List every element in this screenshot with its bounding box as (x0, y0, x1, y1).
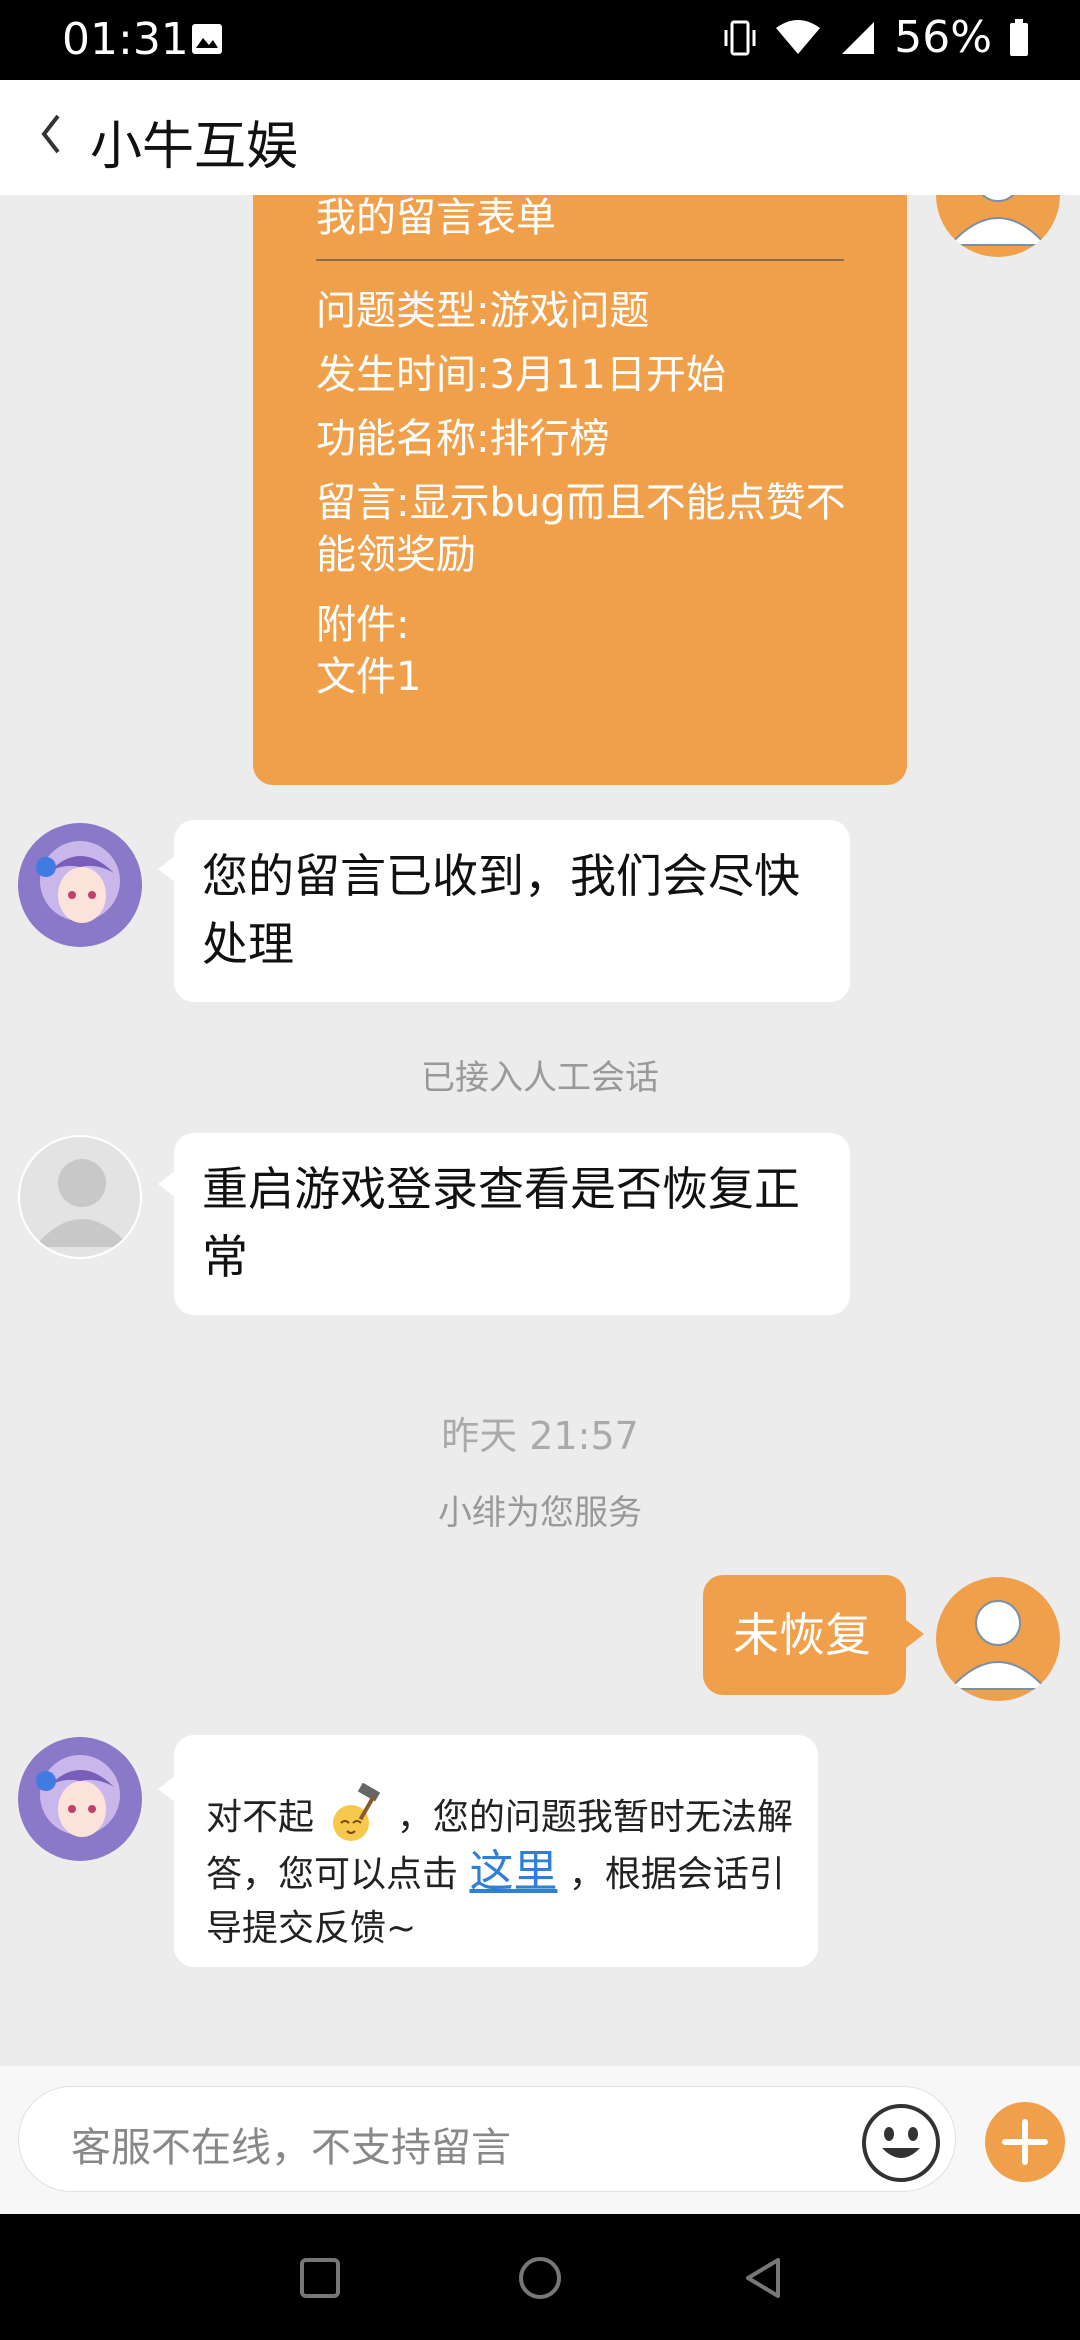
bot-avatar-icon (18, 823, 142, 947)
signal-icon (842, 21, 875, 54)
battery-percent: 56% (894, 12, 992, 63)
form-line-message: 留言:显示bug而且不能点赞不能领奖励 (316, 480, 846, 578)
message-prefix: 对不起 (206, 1797, 315, 1838)
system-note-service: 小绯为您服务 (438, 1493, 642, 1533)
page-title: 小牛互娱 (90, 117, 299, 177)
message-input-placeholder: 客服不在线，不支持留言 (71, 2125, 511, 2171)
wifi-icon (776, 19, 821, 54)
user-avatar-icon (936, 195, 1060, 257)
form-line-time: 发生时间:3月11日开始 (316, 352, 726, 398)
input-bar: 客服不在线，不支持留言 (0, 2066, 1080, 2214)
bot-avatar-icon (18, 1737, 142, 1861)
bubble-tail (906, 1620, 924, 1648)
message-text: 未恢复 (733, 1608, 871, 1662)
nav-square-icon[interactable] (298, 2256, 342, 2300)
hammer-emoji-icon (333, 1782, 381, 1841)
message-bubble-bot-received: 您的留言已收到，我们会尽快处理 (174, 820, 850, 1002)
status-time: 01:31 (62, 14, 189, 65)
message-bubble-bot-sorry: 对不起 ，您的问题我暂时无法解答，您可以点击 这里 ，根据会话引导提交反馈~ (174, 1735, 818, 1967)
nav-circle-icon[interactable] (516, 2254, 564, 2302)
chat-header: 小牛互娱 (0, 80, 1080, 195)
vibrate-icon (724, 20, 756, 55)
form-line-attachment-file[interactable]: 文件1 (316, 651, 856, 703)
plus-icon (1002, 2119, 1048, 2165)
back-chevron-icon[interactable] (30, 104, 70, 164)
system-nav-bar (0, 2214, 1080, 2340)
user-avatar-icon (936, 1577, 1060, 1701)
message-text: 您的留言已收到，我们会尽快处理 (202, 849, 800, 971)
status-right: 56% (722, 12, 1030, 63)
message-bubble-agent-restart: 重启游戏登录查看是否恢复正常 (174, 1133, 850, 1315)
emoji-icon[interactable] (860, 2102, 942, 2184)
status-bar: 01:31 56% (0, 0, 1080, 80)
chat-area[interactable]: 我的留言表单 问题类型:游戏问题 发生时间:3月11日开始 功能名称:排行榜 留… (0, 195, 1080, 2065)
battery-icon (1010, 18, 1028, 56)
feedback-link[interactable]: 这里 (469, 1846, 557, 1897)
message-text: 对不起 ，您的问题我暂时无法解答，您可以点击 这里 ，根据会话引导提交反馈~ (206, 1782, 796, 1956)
message-text: 重启游戏登录查看是否恢复正常 (202, 1162, 800, 1284)
form-line-attachment-label: 附件: (316, 602, 410, 648)
form-line-type: 问题类型:游戏问题 (316, 288, 650, 334)
system-note-transfer: 已接入人工会话 (421, 1058, 659, 1098)
agent-avatar-icon (18, 1135, 142, 1259)
plus-button[interactable] (985, 2102, 1065, 2182)
form-title: 我的留言表单 (316, 195, 556, 241)
feedback-form-card: 我的留言表单 问题类型:游戏问题 发生时间:3月11日开始 功能名称:排行榜 留… (253, 195, 907, 785)
form-divider (316, 259, 844, 261)
image-icon (192, 24, 222, 54)
nav-back-icon[interactable] (740, 2254, 784, 2302)
message-input[interactable]: 客服不在线，不支持留言 (18, 2086, 956, 2192)
message-bubble-user: 未恢复 (703, 1575, 906, 1695)
message-timestamp: 昨天 21:57 (441, 1414, 639, 1458)
form-line-feature: 功能名称:排行榜 (316, 416, 610, 462)
